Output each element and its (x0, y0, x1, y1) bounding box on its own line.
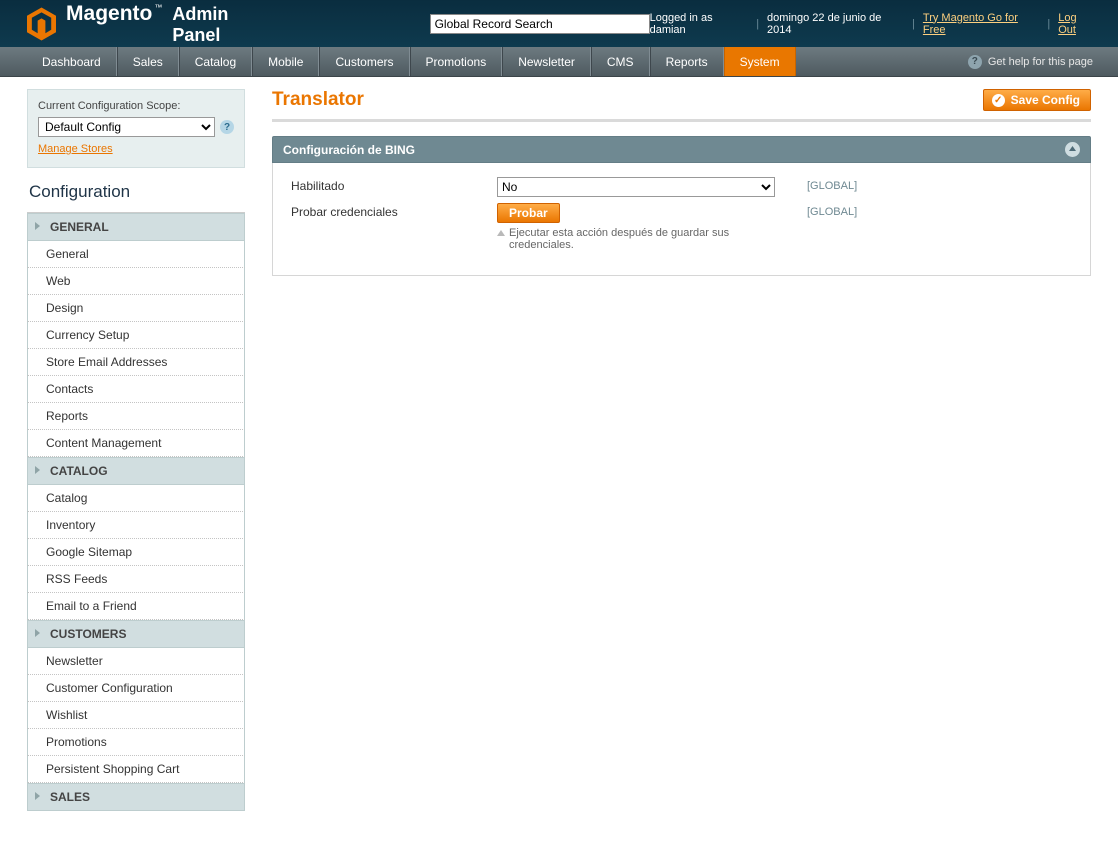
hint-test: Ejecutar esta acción después de guardar … (497, 227, 747, 251)
nav-item-catalog[interactable]: Catalog (179, 47, 252, 76)
nav-item-newsletter[interactable]: Newsletter (502, 47, 591, 76)
manage-stores-link[interactable]: Manage Stores (38, 143, 113, 155)
page-title: Translator (272, 89, 364, 111)
nav-item-cms[interactable]: CMS (591, 47, 650, 76)
nav-item-customers[interactable]: Customers (319, 47, 409, 76)
sidebar-item-google-sitemap[interactable]: Google Sitemap (27, 539, 245, 566)
nav-item-system[interactable]: System (724, 47, 796, 76)
logo[interactable]: Magento™ Admin Panel (27, 2, 275, 46)
scope-help-icon[interactable]: ? (220, 120, 234, 134)
sidebar-item-general[interactable]: General (27, 241, 245, 268)
nav-item-mobile[interactable]: Mobile (252, 47, 319, 76)
logo-sub: Admin Panel (172, 4, 274, 46)
logged-in-text: Logged in as damian (650, 12, 749, 36)
sidebar-item-reports[interactable]: Reports (27, 403, 245, 430)
sidebar-section-customers[interactable]: CUSTOMERS (27, 620, 245, 648)
try-magento-link[interactable]: Try Magento Go for Free (923, 12, 1039, 36)
scope-select[interactable]: Default Config (38, 117, 215, 137)
sidebar-item-currency-setup[interactable]: Currency Setup (27, 322, 245, 349)
scope-box: Current Configuration Scope: Default Con… (27, 89, 245, 168)
fieldset-title: Configuración de BING (283, 143, 415, 157)
collapse-icon (1065, 142, 1080, 157)
admin-header: Magento™ Admin Panel Logged in as damian… (0, 0, 1118, 47)
sidebar-item-persistent-shopping-cart[interactable]: Persistent Shopping Cart (27, 756, 245, 783)
sidebar-item-contacts[interactable]: Contacts (27, 376, 245, 403)
logout-link[interactable]: Log Out (1058, 12, 1096, 36)
sidebar-item-catalog[interactable]: Catalog (27, 485, 245, 512)
label-enabled: Habilitado (291, 177, 497, 193)
check-icon: ✓ (992, 94, 1005, 107)
nav-help-text: Get help for this page (988, 56, 1093, 68)
sidebar-item-design[interactable]: Design (27, 295, 245, 322)
global-search (430, 14, 650, 34)
page-divider (272, 119, 1091, 122)
logo-tm: ™ (154, 3, 162, 12)
logo-main: Magento (66, 2, 152, 26)
sidebar-item-inventory[interactable]: Inventory (27, 512, 245, 539)
fieldset-body: Habilitado No [GLOBAL] Probar credencial… (272, 163, 1091, 276)
nav-item-promotions[interactable]: Promotions (410, 47, 503, 76)
logo-text: Magento™ Admin Panel (66, 2, 275, 46)
sidebar-item-promotions[interactable]: Promotions (27, 729, 245, 756)
row-enabled: Habilitado No [GLOBAL] (291, 177, 1072, 197)
main-nav: DashboardSalesCatalogMobileCustomersProm… (0, 47, 1118, 77)
header-date: domingo 22 de junio de 2014 (767, 12, 904, 36)
scope-enabled: [GLOBAL] (807, 177, 857, 192)
sidebar-item-rss-feeds[interactable]: RSS Feeds (27, 566, 245, 593)
sidebar-item-customer-configuration[interactable]: Customer Configuration (27, 675, 245, 702)
config-sidebar: Current Configuration Scope: Default Con… (27, 89, 245, 811)
sidebar-section-catalog[interactable]: CATALOG (27, 457, 245, 485)
save-config-button[interactable]: ✓ Save Config (983, 89, 1091, 111)
sidebar-item-newsletter[interactable]: Newsletter (27, 648, 245, 675)
sidebar-item-wishlist[interactable]: Wishlist (27, 702, 245, 729)
chevron-right-icon (35, 792, 40, 800)
scope-test: [GLOBAL] (807, 203, 857, 218)
test-credentials-button[interactable]: Probar (497, 203, 560, 223)
select-enabled[interactable]: No (497, 177, 775, 197)
sidebar-item-content-management[interactable]: Content Management (27, 430, 245, 457)
chevron-right-icon (35, 466, 40, 474)
nav-item-dashboard[interactable]: Dashboard (27, 47, 117, 76)
fieldset-header[interactable]: Configuración de BING (272, 136, 1091, 163)
nav-item-sales[interactable]: Sales (117, 47, 179, 76)
nav-item-reports[interactable]: Reports (650, 47, 724, 76)
help-icon: ? (968, 55, 982, 69)
chevron-right-icon (35, 629, 40, 637)
config-title: Configuration (27, 168, 245, 213)
row-test-credentials: Probar credenciales Probar Ejecutar esta… (291, 203, 1072, 251)
nav-help-link[interactable]: ? Get help for this page (943, 47, 1118, 76)
main-content: Translator ✓ Save Config Configuración d… (272, 89, 1091, 811)
sidebar-item-store-email-addresses[interactable]: Store Email Addresses (27, 349, 245, 376)
header-right: Logged in as damian | domingo 22 de juni… (650, 12, 1096, 36)
label-test: Probar credenciales (291, 203, 497, 219)
sidebar-item-email-to-a-friend[interactable]: Email to a Friend (27, 593, 245, 620)
sidebar-item-web[interactable]: Web (27, 268, 245, 295)
scope-label: Current Configuration Scope: (38, 100, 234, 112)
global-search-input[interactable] (430, 14, 650, 34)
sidebar-section-sales[interactable]: SALES (27, 783, 245, 811)
magento-logo-icon (27, 7, 56, 41)
chevron-right-icon (35, 222, 40, 230)
sidebar-section-general[interactable]: GENERAL (27, 213, 245, 241)
